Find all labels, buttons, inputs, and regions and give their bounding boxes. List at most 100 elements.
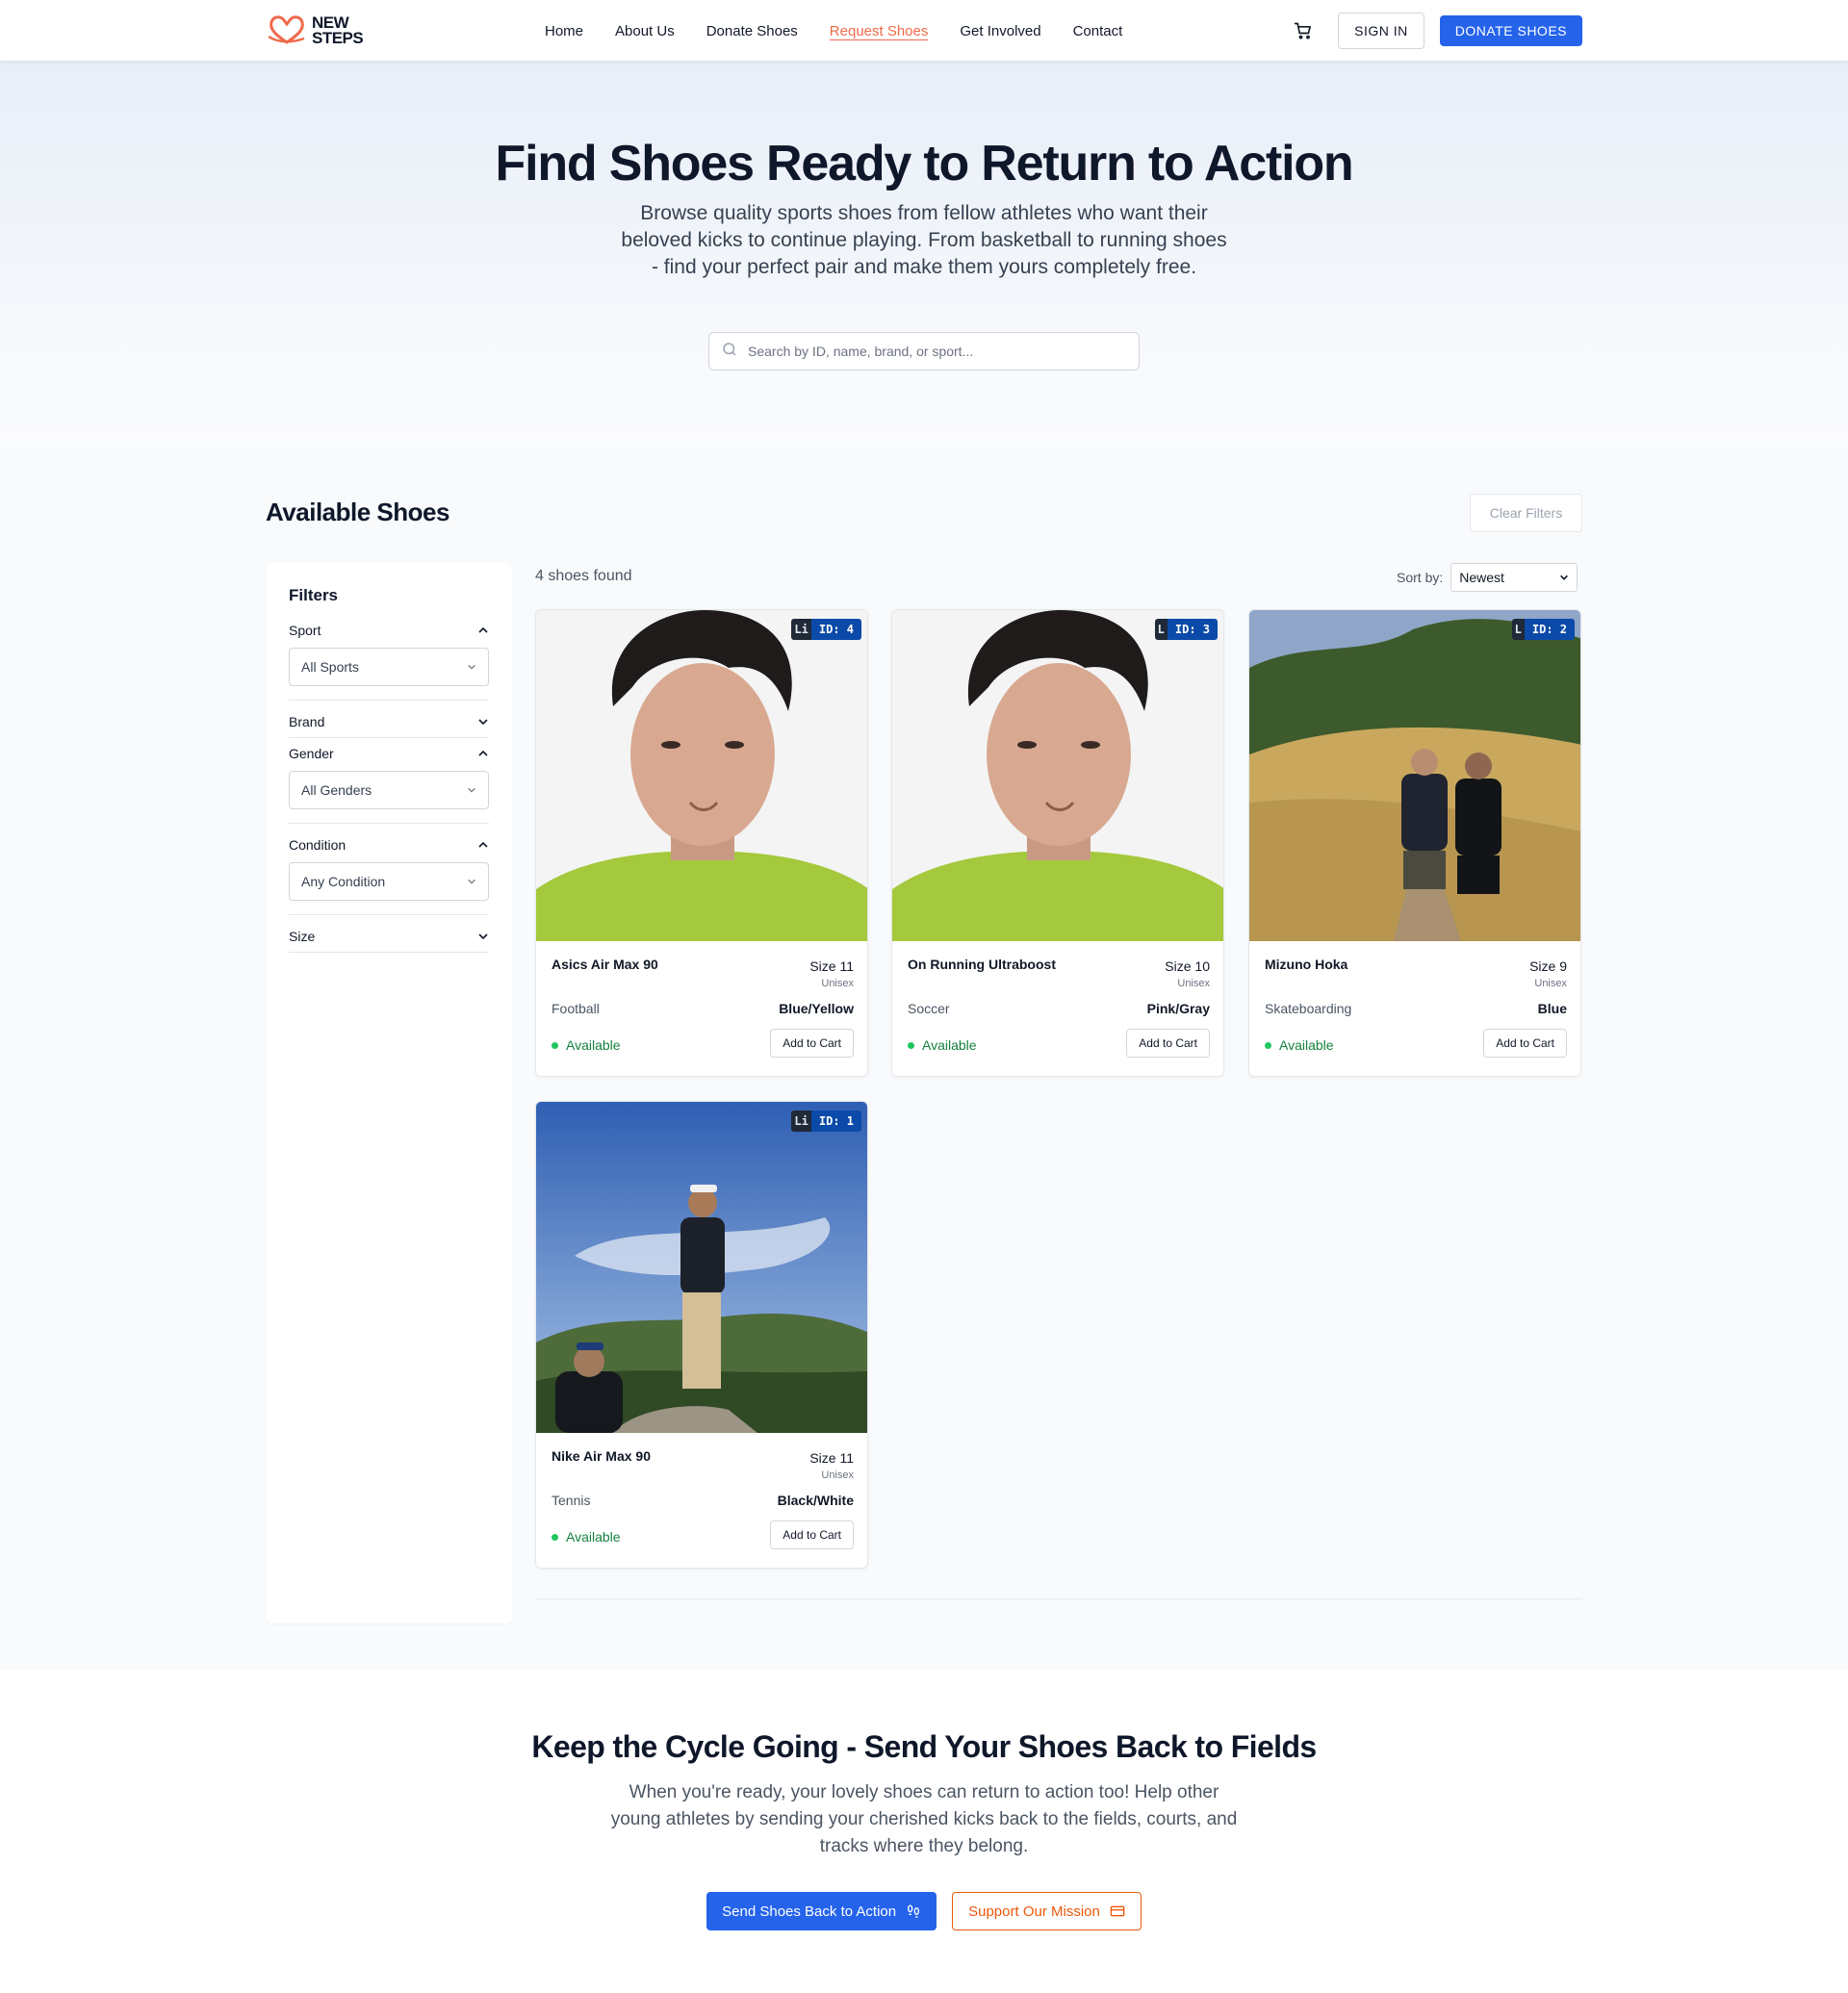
filter-label: Condition [289,837,346,853]
gender-select[interactable]: All Genders [289,771,489,809]
support-mission-button[interactable]: Support Our Mission [952,1892,1142,1930]
chevron-down-icon [468,879,475,884]
logo-text: NEW STEPS [312,13,364,47]
nav-link-donate-shoes[interactable]: Donate Shoes [706,23,798,39]
status-dot-icon [552,1041,558,1049]
hero-title: Find Shoes Ready to Return to Action [495,136,1354,192]
section-title: Available Shoes [266,498,449,526]
chevron-down-icon [1560,575,1569,580]
nav-link-home[interactable]: Home [545,23,583,39]
shoe-name: On Running Ultraboost [908,957,1056,972]
shoe-gender: Unisex [1177,978,1210,989]
availability-status: Available [552,1529,621,1545]
nav-link-contact[interactable]: Contact [1073,23,1123,39]
filter-group-size: Size [289,929,489,953]
cta-buttons: Send Shoes Back to Action Support Our Mi… [0,1892,1848,1930]
id-badge: L ID: 3 [1154,619,1218,640]
shoe-photo: Li ID: 1 [536,1102,867,1433]
shoe-sport: Skateboarding [1265,1001,1352,1016]
logo-heart-shoe-icon [266,13,308,48]
sort-label: Sort by: [1397,570,1444,585]
shoe-photo: L ID: 2 [1249,610,1580,941]
donate-shoes-button[interactable]: DONATE SHOES [1439,15,1582,46]
filter-group-sport: Sport All Sports [289,623,489,701]
shoe-photo: Li ID: 4 [536,610,867,941]
filter-toggle-sport[interactable]: Sport [289,623,489,638]
shoe-sport: Soccer [908,1001,950,1016]
footprints-icon [908,1904,920,1918]
id-badge: Li ID: 1 [791,1111,861,1132]
sport-select[interactable]: All Sports [289,648,489,686]
filter-toggle-size[interactable]: Size [289,929,489,944]
chevron-down-icon [468,787,475,793]
add-to-cart-button[interactable]: Add to Cart [1483,1029,1567,1058]
clear-filters-button[interactable]: Clear Filters [1470,494,1582,532]
shoe-listing-section: Available Shoes Clear Filters Filters Sp… [0,447,1848,1670]
id-badge: L ID: 2 [1511,619,1575,640]
filter-group-condition: Condition Any Condition [289,837,489,915]
search-box[interactable] [708,332,1140,370]
chevron-up-icon [478,626,488,633]
shoe-gender: Unisex [821,978,854,989]
hero-subtitle: Browse quality sports shoes from fellow … [621,202,1227,278]
shoe-card[interactable]: L ID: 3 On Running Ultraboost Size 10 Uni… [891,609,1224,1077]
chevron-down-icon [468,664,475,670]
filter-toggle-gender[interactable]: Gender [289,746,489,761]
filters-panel: Filters Sport All Sports Brand Gender Al… [266,563,512,1623]
shoe-sport: Tennis [552,1493,591,1508]
nav-link-about-us[interactable]: About Us [615,23,675,39]
status-dot-icon [908,1041,914,1049]
search-input[interactable] [748,344,1114,359]
filters-title: Filters [289,586,339,604]
shoe-size: Size 11 [809,1450,854,1466]
filter-toggle-brand[interactable]: Brand [289,714,489,729]
nav-link-request-shoes[interactable]: Request Shoes [830,23,929,39]
send-shoes-back-button[interactable]: Send Shoes Back to Action [706,1892,937,1930]
nav-link-get-involved[interactable]: Get Involved [960,23,1040,39]
shoe-card[interactable]: Li ID: 1 Nike Air Max 90 Size 11 Unisex T… [535,1101,868,1569]
shoe-name: Mizuno Hoka [1265,957,1348,972]
status-dot-icon [552,1533,558,1541]
filter-label: Gender [289,746,334,761]
availability-status: Available [1265,1037,1334,1053]
filter-label: Size [289,929,316,944]
shoe-color: Blue/Yellow [779,1001,854,1016]
status-dot-icon [1265,1041,1271,1049]
logo[interactable]: NEW STEPS [266,13,516,48]
filter-label: Brand [289,714,325,729]
shoe-size: Size 9 [1529,958,1567,974]
shoe-color: Pink/Gray [1146,1001,1210,1016]
button-label: Support Our Mission [968,1903,1100,1920]
add-to-cart-button[interactable]: Add to Cart [1126,1029,1210,1058]
shoe-gender: Unisex [1534,978,1567,989]
shoe-name: Asics Air Max 90 [552,957,658,972]
filter-toggle-condition[interactable]: Condition [289,837,489,853]
filter-group-brand: Brand [289,714,489,738]
availability-status: Available [552,1037,621,1053]
filter-label: Sport [289,623,321,638]
condition-select[interactable]: Any Condition [289,862,489,901]
add-to-cart-button[interactable]: Add to Cart [770,1520,854,1549]
availability-status: Available [908,1037,977,1053]
cta-text: When you're ready, your lovely shoes can… [610,1782,1238,1856]
shoe-name: Nike Air Max 90 [552,1448,651,1464]
top-navigation: NEW STEPS Home About Us Donate Shoes Req… [0,0,1848,62]
sort-value: Newest [1459,570,1504,585]
chevron-down-icon [478,933,488,940]
shoe-size: Size 11 [809,958,854,974]
add-to-cart-button[interactable]: Add to Cart [770,1029,854,1058]
sort-select[interactable]: Newest [1450,563,1578,592]
shoe-photo: L ID: 3 [892,610,1223,941]
chevron-up-icon [478,750,488,756]
cart-icon[interactable] [1284,12,1322,50]
shoe-color: Black/White [777,1493,854,1508]
shoe-card[interactable]: Li ID: 4 Asics Air Max 90 Size 11 Unisex … [535,609,868,1077]
select-value: Any Condition [301,874,386,889]
shoe-card[interactable]: L ID: 2 Mizuno Hoka Size 9 Unisex Skatebo… [1248,609,1581,1077]
shoe-sport: Football [552,1001,600,1016]
sign-in-button[interactable]: SIGN IN [1338,13,1424,49]
search-icon [721,341,738,363]
cta-title: Keep the Cycle Going - Send Your Shoes B… [531,1729,1317,1764]
cta-section: Keep the Cycle Going - Send Your Shoes B… [0,1670,1848,1993]
select-value: All Sports [301,659,359,675]
